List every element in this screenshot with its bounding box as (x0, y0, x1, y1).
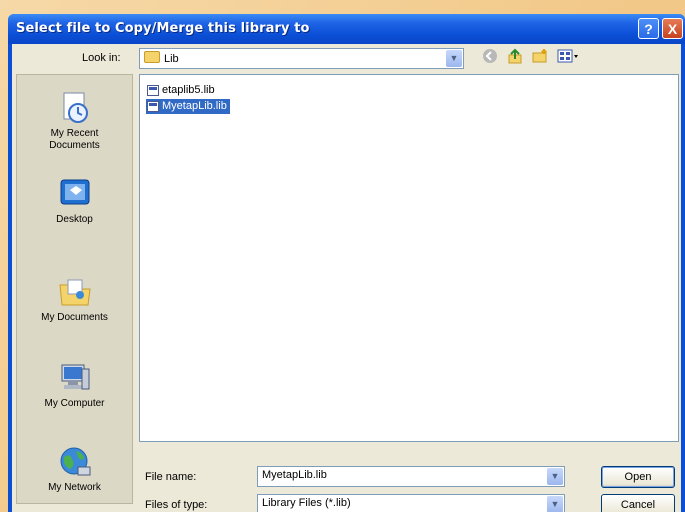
folder-icon (144, 51, 160, 63)
file-name-field[interactable]: MyetapLib.lib ▼ (257, 466, 565, 487)
file-type-dropdown[interactable]: Library Files (*.lib) ▼ (257, 494, 565, 512)
file-dialog: Select file to Copy/Merge this library t… (8, 14, 685, 512)
views-menu-icon[interactable] (555, 48, 581, 68)
open-button[interactable]: Open (601, 466, 675, 488)
file-name: etaplib5.lib (162, 84, 215, 96)
look-in-label: Look in: (82, 52, 121, 64)
title-bar[interactable]: Select file to Copy/Merge this library t… (8, 14, 685, 44)
file-name: MyetapLib.lib (162, 100, 227, 112)
cancel-button[interactable]: Cancel (601, 494, 675, 512)
back-icon[interactable] (480, 48, 500, 68)
my-network-icon (58, 445, 92, 479)
my-documents-icon (58, 275, 92, 309)
place-recent-documents[interactable]: My Recent Documents (17, 91, 132, 152)
library-file-icon (147, 85, 159, 96)
close-button[interactable]: X (662, 18, 683, 39)
place-my-network[interactable]: My Network (17, 445, 132, 494)
file-type-value: Library Files (*.lib) (262, 497, 351, 509)
new-folder-icon[interactable] (530, 48, 550, 68)
library-file-icon (147, 101, 159, 112)
place-label: My Network (48, 482, 101, 493)
place-label: My Documents (41, 312, 108, 323)
desktop-icon (58, 177, 92, 211)
place-label: My Computer (44, 398, 105, 409)
chevron-down-icon[interactable]: ▼ (547, 468, 563, 485)
my-computer-icon (58, 361, 92, 395)
file-list[interactable]: etaplib5.lib MyetapLib.lib (139, 74, 679, 442)
file-name-label: File name: (145, 471, 197, 483)
chevron-down-icon[interactable]: ▼ (446, 50, 462, 67)
look-in-value: Lib (164, 53, 179, 65)
place-label: My Recent Documents (49, 128, 100, 151)
place-desktop[interactable]: Desktop (17, 177, 132, 226)
recent-documents-icon (58, 91, 92, 125)
place-label: Desktop (56, 214, 93, 225)
dialog-title: Select file to Copy/Merge this library t… (16, 21, 310, 36)
help-button[interactable]: ? (638, 18, 659, 39)
look-in-dropdown[interactable]: Lib ▼ (139, 48, 464, 69)
file-type-label: Files of type: (145, 499, 208, 511)
list-item[interactable]: MyetapLib.lib (146, 99, 230, 114)
place-my-computer[interactable]: My Computer (17, 361, 132, 410)
file-name-value: MyetapLib.lib (262, 469, 327, 481)
list-item[interactable]: etaplib5.lib (146, 83, 218, 98)
chevron-down-icon[interactable]: ▼ (547, 496, 563, 512)
places-bar: My Recent Documents Desktop My Documents … (16, 74, 133, 504)
up-folder-icon[interactable] (505, 48, 525, 68)
place-my-documents[interactable]: My Documents (17, 275, 132, 324)
dialog-body: Look in: Lib ▼ My Recent Documents Deskt… (12, 44, 681, 512)
